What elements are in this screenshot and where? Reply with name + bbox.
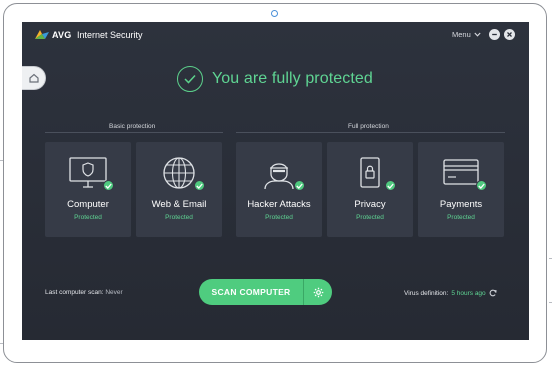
credit-card-icon xyxy=(443,159,479,185)
page: AVG Internet Security Menu You are fully… xyxy=(0,0,552,367)
scan-settings-button[interactable] xyxy=(304,279,332,305)
card-privacy[interactable]: Privacy Protected xyxy=(327,142,413,237)
card-title: Web & Email xyxy=(151,199,207,210)
home-icon xyxy=(28,73,39,83)
card-status: Protected xyxy=(356,214,384,221)
avg-logo-icon xyxy=(35,30,49,39)
card-status: Protected xyxy=(447,214,475,221)
card-status: Protected xyxy=(265,214,293,221)
card-hacker-attacks[interactable]: Hacker Attacks Protected xyxy=(236,142,322,237)
product-name: Internet Security xyxy=(77,30,143,40)
card-title: Privacy xyxy=(354,199,386,210)
minimize-button[interactable] xyxy=(489,29,500,40)
monitor-shield-icon xyxy=(69,157,107,188)
section-label-basic: Basic protection xyxy=(109,123,156,130)
gear-icon xyxy=(313,287,323,297)
menu-button[interactable]: Menu xyxy=(452,30,481,39)
status-text: You are fully protected xyxy=(212,70,373,87)
last-scan-label: Last computer scan: xyxy=(45,289,104,296)
scan-button-label: SCAN COMPUTER xyxy=(211,287,291,297)
minimize-icon xyxy=(492,33,497,36)
section-label-full: Full protection xyxy=(348,123,389,130)
refresh-icon xyxy=(489,289,497,297)
last-scan-value: Never xyxy=(105,289,123,296)
close-icon xyxy=(507,32,512,37)
card-title: Hacker Attacks xyxy=(247,199,311,210)
card-title: Computer xyxy=(67,199,109,210)
chevron-down-icon xyxy=(474,32,481,37)
check-badge-icon xyxy=(385,180,396,191)
divider xyxy=(236,132,505,133)
card-computer[interactable]: Computer Protected xyxy=(45,142,131,237)
card-payments[interactable]: Payments Protected xyxy=(418,142,504,237)
app-window: AVG Internet Security Menu You are fully… xyxy=(22,22,529,340)
lock-icon xyxy=(360,157,380,188)
hacker-icon xyxy=(264,163,294,190)
title-bar: AVG Internet Security Menu xyxy=(22,22,529,48)
close-button[interactable] xyxy=(504,29,515,40)
virus-definition-info: Virus definition: 5 hours ago xyxy=(404,289,497,297)
protection-status: You are fully protected xyxy=(177,66,373,92)
virus-definition-value: 5 hours ago xyxy=(451,289,486,297)
side-home-button[interactable] xyxy=(22,66,46,90)
virus-definition-label: Virus definition: xyxy=(404,289,449,297)
scan-computer-button[interactable]: SCAN COMPUTER xyxy=(199,279,332,305)
checkmark-circle-icon xyxy=(177,66,203,92)
last-scan-info: Last computer scan: Never xyxy=(45,289,123,296)
card-status: Protected xyxy=(165,214,193,221)
check-badge-icon xyxy=(194,180,205,191)
brand-name: AVG xyxy=(52,30,72,40)
divider xyxy=(45,132,223,133)
card-status: Protected xyxy=(74,214,102,221)
check-badge-icon xyxy=(476,180,487,191)
refresh-button[interactable] xyxy=(489,289,497,297)
card-web-email[interactable]: Web & Email Protected xyxy=(136,142,222,237)
check-badge-icon xyxy=(294,180,305,191)
check-badge-icon xyxy=(103,180,114,191)
card-title: Payments xyxy=(439,199,483,210)
menu-label: Menu xyxy=(452,30,471,39)
camera-icon xyxy=(271,10,278,17)
globe-icon xyxy=(163,157,195,189)
